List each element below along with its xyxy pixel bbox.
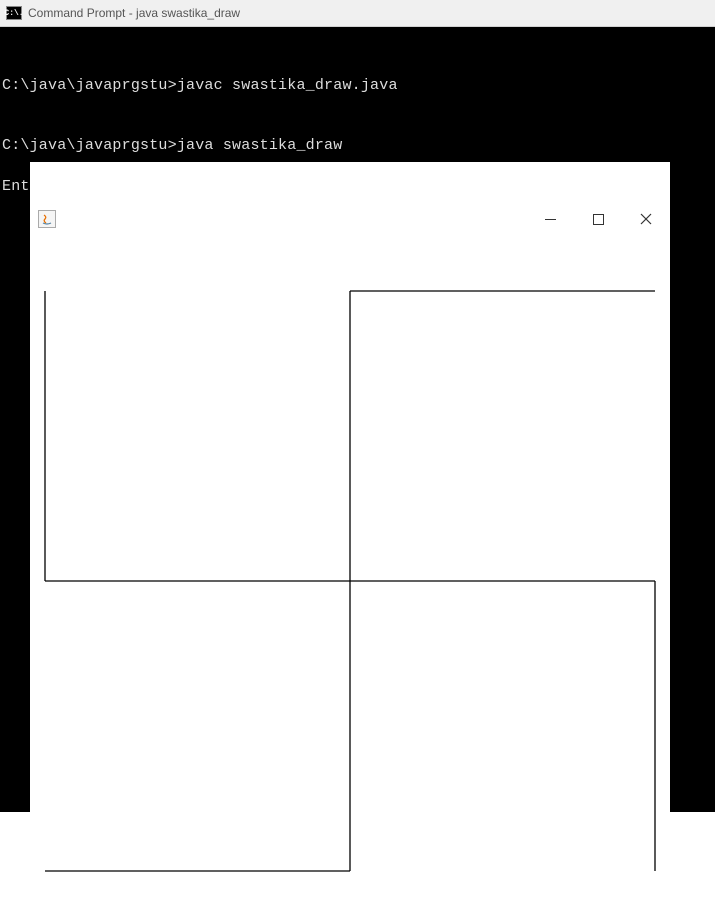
java-titlebar[interactable] [30, 203, 670, 236]
cmd-title-text: Command Prompt - java swastika_draw [28, 6, 240, 20]
java-icon [38, 210, 56, 228]
terminal-line-run: C:\java\javaprgstu>java swastika_draw [2, 136, 713, 156]
terminal-line-compile: C:\java\javaprgstu>javac swastika_draw.j… [2, 76, 713, 96]
java-window [30, 162, 670, 800]
minimize-button[interactable] [526, 203, 574, 236]
maximize-button[interactable] [574, 203, 622, 236]
cmd-icon: C:\. [6, 6, 22, 20]
window-controls [526, 203, 670, 236]
java-canvas [30, 276, 670, 881]
close-button[interactable] [622, 203, 670, 236]
cmd-titlebar[interactable]: C:\. Command Prompt - java swastika_draw [0, 0, 715, 27]
terminal-area[interactable]: C:\java\javaprgstu>javac swastika_draw.j… [0, 27, 715, 812]
